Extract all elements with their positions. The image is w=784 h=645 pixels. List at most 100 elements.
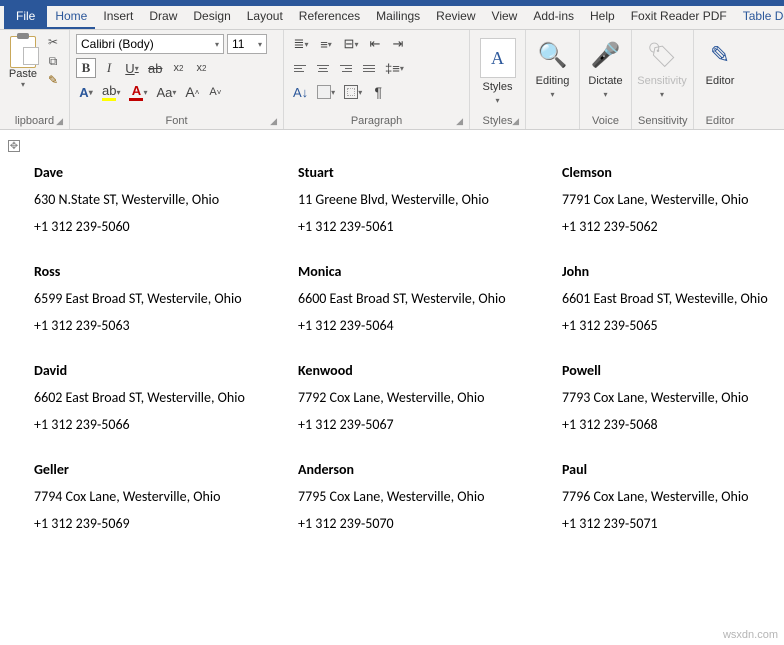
shading-button[interactable]: ▾ bbox=[314, 82, 338, 102]
copy-button[interactable]: ⧉ bbox=[44, 53, 62, 69]
tab-foxit[interactable]: Foxit Reader PDF bbox=[623, 6, 735, 29]
bullets-button[interactable]: ≣▾ bbox=[290, 34, 312, 54]
clipboard-icon bbox=[10, 36, 36, 68]
sort-button[interactable]: A↓ bbox=[290, 82, 311, 102]
contact-address: 6599 East Broad ST, Westervile, Ohio bbox=[34, 290, 290, 307]
font-size-value: 11 bbox=[232, 37, 244, 51]
editor-button[interactable]: ✎ Editor bbox=[700, 34, 740, 91]
decrease-indent-button[interactable]: ⇤ bbox=[365, 34, 385, 54]
microphone-icon: 🎤 bbox=[591, 38, 621, 72]
contact-phone: +1 312 239-5070 bbox=[298, 515, 554, 532]
dialog-launcher-icon[interactable]: ◢ bbox=[270, 116, 277, 127]
tab-home[interactable]: Home bbox=[47, 6, 95, 29]
label-cell[interactable]: Ross 6599 East Broad ST, Westervile, Ohio… bbox=[34, 253, 298, 352]
dialog-launcher-icon[interactable]: ◢ bbox=[56, 116, 63, 127]
italic-button[interactable]: I bbox=[99, 58, 119, 78]
tab-review[interactable]: Review bbox=[428, 6, 483, 29]
cut-button[interactable]: ✂ bbox=[44, 34, 62, 50]
superscript-button[interactable]: x2 bbox=[191, 58, 211, 78]
label-cell[interactable]: Anderson7795 Cox Lane, Westerville, Ohio… bbox=[298, 451, 562, 550]
label-cell[interactable]: Dave630 N.State ST, Westerville, Ohio+1 … bbox=[34, 154, 298, 253]
chevron-down-icon: ▾ bbox=[215, 40, 219, 49]
dialog-launcher-icon[interactable]: ◢ bbox=[456, 116, 463, 127]
contact-name: Geller bbox=[34, 461, 290, 478]
dictate-button[interactable]: 🎤 Dictate ▾ bbox=[586, 34, 625, 103]
styles-button[interactable]: A Styles ▾ bbox=[476, 34, 519, 109]
label-cell[interactable]: Paul7796 Cox Lane, Westerville, Ohio+1 3… bbox=[562, 451, 784, 550]
tab-insert[interactable]: Insert bbox=[95, 6, 141, 29]
contact-address: 7792 Cox Lane, Westerville, Ohio bbox=[298, 389, 554, 406]
grow-font-button[interactable]: A˄ bbox=[182, 82, 202, 102]
bold-button[interactable]: B bbox=[76, 58, 96, 78]
contact-address: 630 N.State ST, Westerville, Ohio bbox=[34, 191, 290, 208]
chevron-down-icon: ▾ bbox=[660, 90, 664, 99]
label-cell[interactable]: Geller7794 Cox Lane, Westerville, Ohio+1… bbox=[34, 451, 298, 550]
font-group-label: Font◢ bbox=[76, 114, 277, 128]
editing-button[interactable]: 🔍 Editing ▾ bbox=[532, 34, 573, 103]
format-painter-button[interactable]: ✎ bbox=[44, 72, 62, 88]
tab-table-design[interactable]: Table De bbox=[735, 6, 784, 29]
justify-button[interactable] bbox=[359, 58, 379, 78]
font-size-combo[interactable]: 11 ▾ bbox=[227, 34, 267, 54]
watermark: wsxdn.com bbox=[723, 629, 778, 641]
tab-references[interactable]: References bbox=[291, 6, 368, 29]
contact-address: 11 Greene Blvd, Westerville, Ohio bbox=[298, 191, 554, 208]
label-cell[interactable]: David6602 East Broad ST, Westerville, Oh… bbox=[34, 352, 298, 451]
subscript-button[interactable]: x2 bbox=[168, 58, 188, 78]
contact-phone: +1 312 239-5068 bbox=[562, 416, 784, 433]
ribbon: Paste ▾ ✂ ⧉ ✎ lipboard◢ Calibri (Body) ▾… bbox=[0, 30, 784, 130]
tab-draw[interactable]: Draw bbox=[141, 6, 185, 29]
contact-name: John bbox=[562, 263, 784, 280]
dialog-launcher-icon[interactable]: ◢ bbox=[512, 116, 519, 127]
label-cell[interactable]: Stuart11 Greene Blvd, Westerville, Ohio+… bbox=[298, 154, 562, 253]
label-cell[interactable]: Monica6600 East Broad ST, Westervile, Oh… bbox=[298, 253, 562, 352]
contact-phone: +1 312 239-5067 bbox=[298, 416, 554, 433]
chevron-down-icon: ▾ bbox=[495, 96, 499, 105]
line-spacing-button[interactable]: ‡≡▾ bbox=[382, 58, 407, 78]
contact-name: Ross bbox=[34, 263, 290, 280]
search-icon: 🔍 bbox=[538, 38, 568, 72]
tab-addins[interactable]: Add-ins bbox=[525, 6, 582, 29]
highlight-button[interactable]: ab▾ bbox=[99, 82, 123, 102]
label-cell[interactable]: John 6601 East Broad ST, Westeville, Ohio… bbox=[562, 253, 784, 352]
paste-button[interactable]: Paste ▾ bbox=[6, 34, 40, 91]
sensitivity-button: 🏷 Sensitivity ▾ bbox=[638, 34, 686, 103]
align-left-button[interactable] bbox=[290, 58, 310, 78]
tab-mailings[interactable]: Mailings bbox=[368, 6, 428, 29]
show-marks-button[interactable]: ¶ bbox=[368, 82, 388, 102]
borders-button[interactable]: ▾ bbox=[341, 82, 365, 102]
styles-icon: A bbox=[480, 38, 516, 78]
chevron-down-icon: ▾ bbox=[603, 90, 607, 99]
align-right-button[interactable] bbox=[336, 58, 356, 78]
increase-indent-button[interactable]: ⇥ bbox=[388, 34, 408, 54]
tab-design[interactable]: Design bbox=[185, 6, 238, 29]
tag-icon: 🏷 bbox=[647, 38, 677, 72]
table-move-handle[interactable]: ✥ bbox=[8, 140, 20, 152]
label-cell[interactable]: Clemson7791 Cox Lane, Westerville, Ohio+… bbox=[562, 154, 784, 253]
change-case-button[interactable]: Aa▾ bbox=[154, 82, 180, 102]
strikethrough-button[interactable]: ab bbox=[145, 58, 165, 78]
label-cell[interactable]: Kenwood 7792 Cox Lane, Westerville, Ohio +… bbox=[298, 352, 562, 451]
align-center-button[interactable] bbox=[313, 58, 333, 78]
document-page: ✥ Dave630 N.State ST, Westerville, Ohio+… bbox=[0, 130, 784, 550]
contact-address: 6601 East Broad ST, Westeville, Ohio bbox=[562, 290, 784, 307]
text-effects-button[interactable]: A▾ bbox=[76, 82, 96, 102]
shrink-font-button[interactable]: A˅ bbox=[205, 82, 225, 102]
tab-help[interactable]: Help bbox=[582, 6, 623, 29]
contact-name: Kenwood bbox=[298, 362, 554, 379]
tab-view[interactable]: View bbox=[484, 6, 526, 29]
paste-label: Paste bbox=[9, 68, 37, 80]
styles-group-label: Styles◢ bbox=[476, 114, 519, 128]
underline-button[interactable]: U▾ bbox=[122, 58, 142, 78]
sensitivity-button-label: Sensitivity bbox=[637, 75, 687, 87]
label-cell[interactable]: Powell7793 Cox Lane, Westerville, Ohio+1… bbox=[562, 352, 784, 451]
sensitivity-group-label: Sensitivity bbox=[638, 114, 687, 128]
font-color-button[interactable]: A▾ bbox=[126, 82, 150, 102]
chevron-down-icon: ▾ bbox=[21, 80, 25, 89]
tab-layout[interactable]: Layout bbox=[239, 6, 291, 29]
multilevel-button[interactable]: ⊟▾ bbox=[340, 34, 362, 54]
contact-phone: +1 312 239-5061 bbox=[298, 218, 554, 235]
numbering-button[interactable]: ≡▾ bbox=[315, 34, 337, 54]
tab-file[interactable]: File bbox=[4, 6, 47, 29]
font-name-combo[interactable]: Calibri (Body) ▾ bbox=[76, 34, 224, 54]
